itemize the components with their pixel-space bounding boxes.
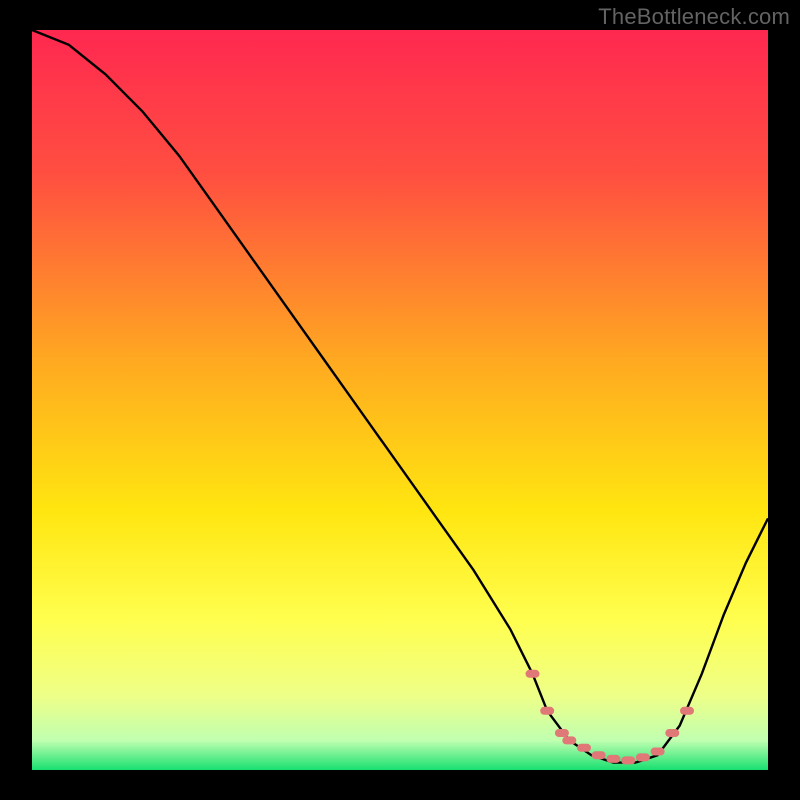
valley-marker <box>562 736 576 744</box>
plot-background <box>32 30 768 770</box>
valley-marker <box>526 670 540 678</box>
valley-marker <box>606 755 620 763</box>
valley-marker <box>665 729 679 737</box>
chart-frame: TheBottleneck.com <box>0 0 800 800</box>
valley-marker <box>636 753 650 761</box>
valley-marker <box>540 707 554 715</box>
valley-marker <box>592 751 606 759</box>
valley-marker <box>621 756 635 764</box>
valley-marker <box>680 707 694 715</box>
valley-marker <box>555 729 569 737</box>
bottleneck-chart <box>0 0 800 800</box>
valley-marker <box>577 744 591 752</box>
valley-marker <box>651 748 665 756</box>
